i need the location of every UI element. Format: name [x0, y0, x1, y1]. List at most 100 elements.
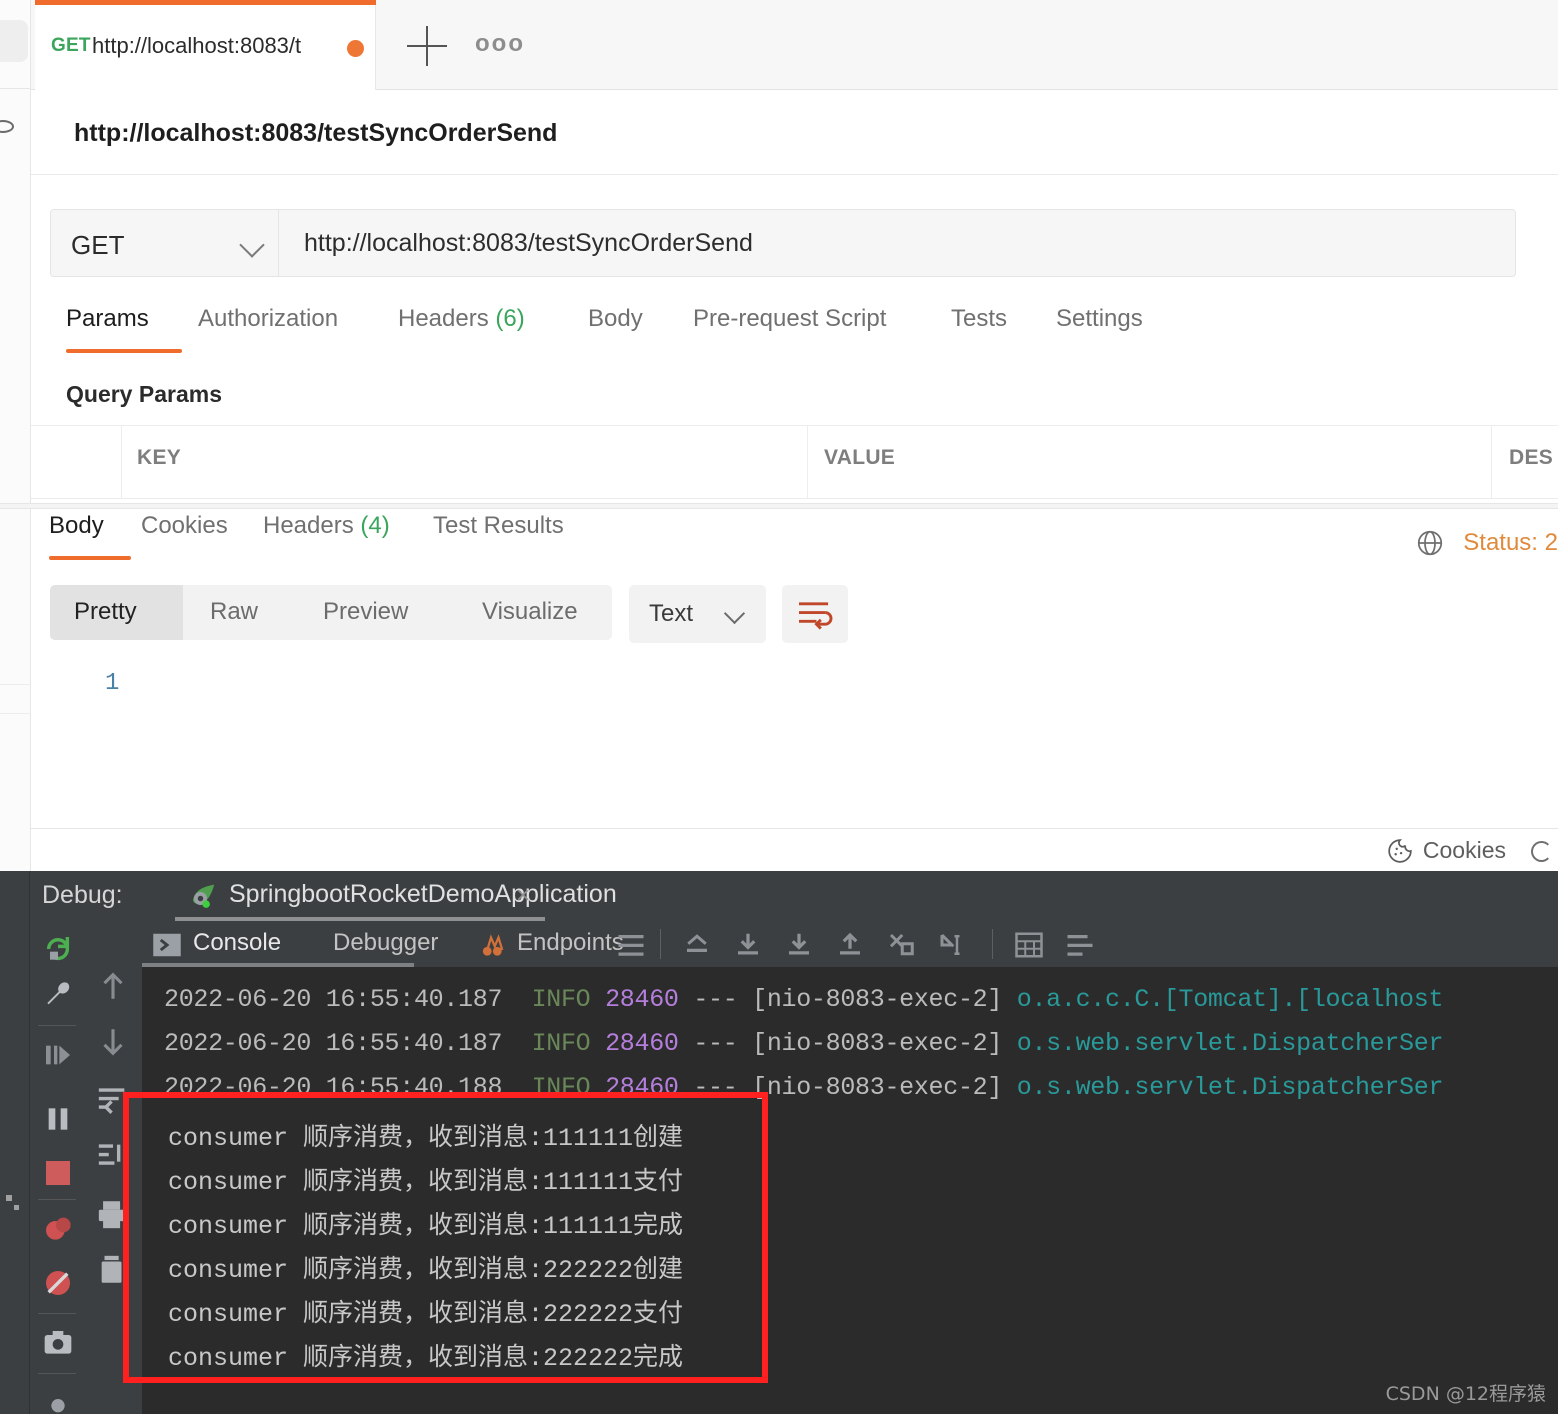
tab-headers[interactable]: Headers (6) — [398, 305, 525, 333]
tab-tests[interactable]: Tests — [951, 305, 1007, 333]
column-header-key: KEY — [137, 446, 182, 469]
view-mode-raw[interactable]: Raw — [210, 598, 258, 626]
table-bottom-border — [31, 498, 1558, 499]
chevron-down-icon — [723, 602, 746, 625]
run-configuration-tab[interactable]: SpringbootRocketDemoApplication × — [175, 871, 617, 921]
scroll-up-icon[interactable] — [96, 969, 130, 1003]
column-header-value: VALUE — [824, 446, 896, 469]
log-thread: [nio-8083-exec-2] — [752, 1073, 1003, 1102]
tab-params[interactable]: Params — [66, 305, 149, 333]
response-tab-body[interactable]: Body — [49, 512, 104, 540]
tab-url-label: http://localhost:8083/t — [92, 33, 302, 58]
log-level: INFO — [531, 1029, 591, 1058]
log-level: INFO — [531, 985, 591, 1014]
run-configuration-name: SpringbootRocketDemoApplication — [229, 880, 617, 908]
word-wrap-button[interactable] — [782, 585, 848, 643]
settings-gear-icon[interactable] — [42, 1387, 74, 1414]
sidebar-oval-icon — [0, 120, 14, 133]
request-section-tabs: Params Authorization Headers (6) Body Pr… — [31, 305, 1558, 363]
cookies-label: Cookies — [1422, 837, 1506, 863]
response-status-group: Status: 2 — [1415, 528, 1558, 558]
menu-lines-icon[interactable] — [616, 930, 646, 960]
view-mode-visualize[interactable]: Visualize — [482, 598, 578, 626]
step-out-icon[interactable] — [835, 930, 865, 960]
active-console-tab-underline — [142, 963, 414, 967]
run-to-cursor-icon[interactable] — [937, 930, 967, 960]
endpoints-icon — [482, 934, 504, 956]
structure-icon-dot — [14, 1205, 19, 1210]
column-header-description: DES — [1509, 446, 1554, 469]
log-thread: [nio-8083-exec-2] — [752, 1029, 1003, 1058]
tab-authorization[interactable]: Authorization — [198, 305, 338, 333]
log-timestamp: 2022-06-20 16:55:40.187 — [164, 1029, 503, 1058]
step-over-icon[interactable] — [733, 930, 763, 960]
postman-left-sidebar-strip: :: — [0, 0, 31, 871]
response-pane-splitter[interactable] — [0, 503, 1558, 509]
tab-console[interactable]: Console — [193, 929, 281, 957]
query-params-label: Query Params — [66, 381, 222, 407]
response-headers-count: (4) — [360, 512, 390, 539]
postman-window: :: GET http://localhost:8083/t ooo http:… — [0, 0, 1558, 871]
camera-screenshot-icon[interactable] — [42, 1327, 74, 1359]
view-mode-pretty[interactable]: Pretty — [74, 598, 137, 626]
word-wrap-icon — [799, 602, 833, 630]
more-tabs-icon[interactable]: ooo — [475, 30, 525, 58]
table-column-divider-1 — [121, 426, 122, 498]
scroll-down-icon[interactable] — [96, 1025, 130, 1059]
resume-program-icon[interactable] — [42, 1039, 74, 1071]
http-method-select[interactable]: GET — [51, 210, 279, 276]
response-tab-cookies[interactable]: Cookies — [141, 512, 228, 540]
sidebar-divider — [0, 88, 31, 89]
force-step-into-icon[interactable] — [886, 930, 916, 960]
response-tab-test-results[interactable]: Test Results — [433, 512, 564, 540]
active-response-tab-underline — [49, 556, 131, 560]
settings-wrench-icon[interactable] — [42, 979, 74, 1011]
headers-count: (6) — [495, 305, 525, 332]
active-tab-accent — [35, 0, 376, 5]
sidebar-divider-3 — [0, 713, 31, 714]
tab-body[interactable]: Body — [588, 305, 643, 333]
evaluate-table-icon[interactable] — [1014, 930, 1044, 960]
new-tab-button[interactable] — [407, 26, 447, 66]
view-breakpoints-icon[interactable] — [42, 1213, 74, 1245]
pause-program-icon[interactable] — [42, 1103, 74, 1135]
refresh-icon[interactable] — [1531, 841, 1552, 862]
page-title: http://localhost:8083/testSyncOrderSend — [74, 119, 558, 147]
sidebar-collapsed-chip[interactable]: :: — [0, 20, 28, 62]
log-line: 2022-06-20 16:55:40.187 INFO 28460 --- [… — [164, 985, 1443, 1014]
close-icon[interactable]: × — [516, 882, 530, 910]
response-tab-headers[interactable]: Headers (4) — [263, 512, 390, 540]
table-column-divider-2 — [807, 426, 808, 498]
response-format-value: Text — [649, 600, 694, 627]
cookies-button[interactable]: Cookies — [1387, 837, 1506, 864]
url-input[interactable]: http://localhost:8083/testSyncOrderSend — [304, 229, 753, 258]
mute-breakpoints-icon[interactable] — [42, 1267, 74, 1299]
tab-endpoints[interactable]: Endpoints — [517, 929, 624, 957]
log-separator: --- — [693, 985, 738, 1014]
tab-settings[interactable]: Settings — [1056, 305, 1143, 333]
log-logger: o.s.web.servlet.DispatcherSer — [1016, 1029, 1444, 1058]
log-timestamp: 2022-06-20 16:55:40.187 — [164, 985, 503, 1014]
tab-debugger[interactable]: Debugger — [333, 929, 438, 957]
rail-divider-4 — [38, 1373, 76, 1374]
tool-window-favorites[interactable]: avorites — [0, 1341, 3, 1411]
active-request-tab-underline — [66, 349, 182, 353]
tab-pre-request-script[interactable]: Pre-request Script — [693, 305, 886, 333]
response-view-mode-group: Pretty Raw Preview Visualize — [50, 585, 612, 640]
step-into-icon[interactable] — [784, 930, 814, 960]
show-execution-point-icon[interactable] — [682, 930, 712, 960]
rerun-icon[interactable] — [42, 933, 74, 965]
debug-window-header: Debug: SpringbootRocketDemoApplication × — [30, 871, 1558, 921]
watermark: CSDN @12程序猿 — [1385, 1383, 1546, 1405]
settings-filter-icon[interactable] — [1065, 930, 1095, 960]
log-pid: 28460 — [605, 985, 679, 1014]
view-mode-preview[interactable]: Preview — [323, 598, 408, 626]
response-format-select[interactable]: Text — [629, 585, 766, 643]
stop-icon[interactable] — [42, 1157, 74, 1189]
tool-window-structure[interactable]: Structure — [0, 1201, 3, 1282]
globe-icon — [1418, 530, 1443, 556]
rail-divider-2 — [38, 1199, 76, 1200]
request-tab-active[interactable]: GET http://localhost:8083/t — [35, 0, 376, 90]
rail-divider-1 — [38, 1025, 76, 1026]
log-separator: --- — [693, 1029, 738, 1058]
